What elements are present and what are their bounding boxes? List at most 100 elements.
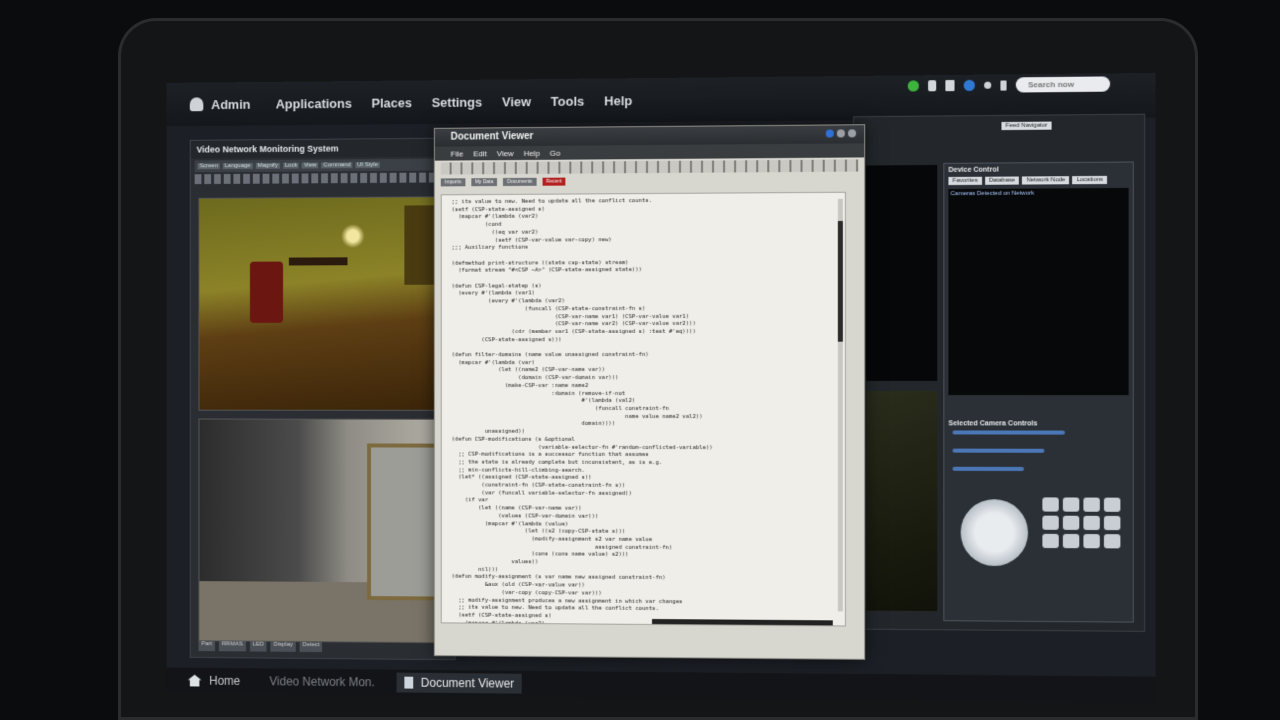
status-icon[interactable] <box>907 80 919 92</box>
device-control-panel: Device Control Favorites Database Networ… <box>943 161 1134 623</box>
vnm-tool-ui-style[interactable]: UI Style <box>355 162 380 169</box>
camera-controls-title: Selected Camera Controls <box>948 420 1038 428</box>
menu-applications[interactable]: Applications <box>276 95 352 111</box>
status-display[interactable]: Display <box>270 641 296 652</box>
camera-feed-hallway[interactable] <box>198 196 449 411</box>
doc-tab-my-data[interactable]: My Data <box>471 178 498 187</box>
lisp-source-code: ;; its value to new. Need to update all … <box>451 198 713 627</box>
video-monitoring-window: Video Network Monitoring System Screen L… <box>189 137 456 661</box>
doc-icon-toolbar[interactable] <box>440 159 859 175</box>
vnm-tool-lock[interactable]: Lock <box>282 162 300 169</box>
vnm-title: Video Network Monitoring System <box>190 138 455 159</box>
feed-navigator-button[interactable]: Feed Navigator <box>1001 121 1052 131</box>
document-viewer-window: Document Viewer File Edit View Help Go I… <box>433 124 866 660</box>
ptz-button[interactable] <box>1062 515 1080 530</box>
taskbar-video-monitor[interactable]: Video Network Mon. <box>262 671 383 692</box>
doc-tab-recent[interactable]: Recent <box>542 177 566 186</box>
volume-icon[interactable] <box>945 79 955 92</box>
pause-button[interactable] <box>1103 534 1121 549</box>
rewind-button[interactable] <box>1042 533 1059 549</box>
tab-database[interactable]: Database <box>984 176 1020 185</box>
search-input[interactable]: Search now <box>1015 76 1111 93</box>
close-button[interactable] <box>847 129 857 138</box>
ptz-button[interactable] <box>1062 497 1080 512</box>
network-icon[interactable] <box>963 79 975 92</box>
forward-button[interactable] <box>1062 533 1080 549</box>
pan-tilt-dpad[interactable] <box>960 499 1029 567</box>
device-control-window: Feed Navigator Device Control Favorites … <box>853 113 1146 632</box>
menu-help[interactable]: Help <box>604 93 632 108</box>
user-icon <box>189 97 204 112</box>
screen: Admin Applications Places Settings View … <box>166 72 1156 704</box>
device-control-title: Device Control <box>948 166 999 174</box>
doc-menu-view[interactable]: View <box>497 149 514 158</box>
window-controls <box>825 129 857 138</box>
doc-tab-documents[interactable]: Documents <box>503 177 537 186</box>
document-content[interactable]: ;; its value to new. Need to update all … <box>440 191 846 627</box>
menu-places[interactable]: Places <box>371 95 411 110</box>
device-tabs: Favorites Database Network Node Location… <box>944 175 1132 186</box>
signal-icon[interactable] <box>1000 79 1007 91</box>
vnm-tool-view[interactable]: View <box>301 162 319 169</box>
camera-feed-stairs[interactable] <box>866 391 938 612</box>
tab-network-node[interactable]: Network Node <box>1022 176 1070 185</box>
maximize-button[interactable] <box>836 129 845 138</box>
camera-list[interactable]: Cameras Detected on Network <box>948 187 1129 396</box>
status-rrmas[interactable]: RRMAS <box>218 641 246 652</box>
feed-chair <box>249 261 284 323</box>
taskbar-home-label: Home <box>209 673 241 688</box>
status-led[interactable]: LED <box>249 641 267 652</box>
ptz-button[interactable] <box>1083 497 1100 512</box>
taskbar-doc-label: Document Viewer <box>420 675 515 691</box>
menu-view[interactable]: View <box>502 94 531 109</box>
taskbar-home[interactable]: Home <box>180 671 248 691</box>
vnm-tool-magnify[interactable]: Magnify <box>255 162 280 169</box>
vnm-toolbar: Screen Language Magnify Lock View Comman… <box>194 158 451 173</box>
feed-table <box>288 257 348 266</box>
vnm-tool-language[interactable]: Language <box>222 162 253 170</box>
vnm-icon-toolbar[interactable] <box>194 172 451 185</box>
vnm-tool-command[interactable]: Command <box>321 162 353 169</box>
ptz-button[interactable] <box>1083 515 1100 531</box>
ptz-button[interactable] <box>1103 497 1121 512</box>
user-menu[interactable]: Admin <box>189 96 251 112</box>
doc-title-bar[interactable]: Document Viewer <box>434 125 865 147</box>
ptz-button[interactable] <box>1103 515 1121 531</box>
menu-tools[interactable]: Tools <box>551 93 584 108</box>
status-part[interactable]: Part <box>198 641 216 652</box>
camera-feed-corridor[interactable] <box>198 418 449 644</box>
doc-tabs: Imports My Data Documents Recent <box>440 174 858 189</box>
battery-icon[interactable] <box>928 80 937 92</box>
stop-button[interactable] <box>1083 534 1100 549</box>
ptz-button-grid <box>1042 497 1121 549</box>
tab-favorites[interactable]: Favorites <box>948 176 982 186</box>
doc-menu-go[interactable]: Go <box>550 148 561 157</box>
user-name: Admin <box>211 96 251 112</box>
document-icon <box>404 676 414 689</box>
status-detect[interactable]: Detect <box>299 642 323 653</box>
doc-menu-file[interactable]: File <box>451 149 464 158</box>
focus-slider[interactable] <box>952 448 1045 453</box>
doc-tab-imports[interactable]: Imports <box>440 178 466 187</box>
iris-slider[interactable] <box>952 466 1024 471</box>
ptz-button[interactable] <box>1042 515 1059 530</box>
home-icon <box>188 675 202 687</box>
system-tray: Search now <box>907 76 1111 93</box>
vnm-tool-screen[interactable]: Screen <box>197 163 220 170</box>
zoom-slider[interactable] <box>952 430 1065 435</box>
camera-list-header: Cameras Detected on Network <box>950 190 1035 198</box>
feed-door <box>367 443 438 601</box>
camera-feed-dark[interactable] <box>866 164 938 381</box>
tab-locations[interactable]: Locations <box>1072 175 1108 185</box>
minimize-button[interactable] <box>825 129 834 138</box>
taskbar-document-viewer[interactable]: Document Viewer <box>396 672 523 694</box>
menu-settings[interactable]: Settings <box>432 94 483 109</box>
doc-menu-edit[interactable]: Edit <box>473 149 487 158</box>
search-icon[interactable] <box>984 81 992 89</box>
taskbar-video-label: Video Network Mon. <box>269 674 375 690</box>
vnm-status-bar: Part RRMAS LED Display Detect <box>198 641 447 653</box>
doc-menu-help[interactable]: Help <box>524 148 540 157</box>
doc-window-title: Document Viewer <box>450 131 534 143</box>
scrollbar-thumb[interactable] <box>837 220 843 342</box>
ptz-button[interactable] <box>1042 497 1059 512</box>
